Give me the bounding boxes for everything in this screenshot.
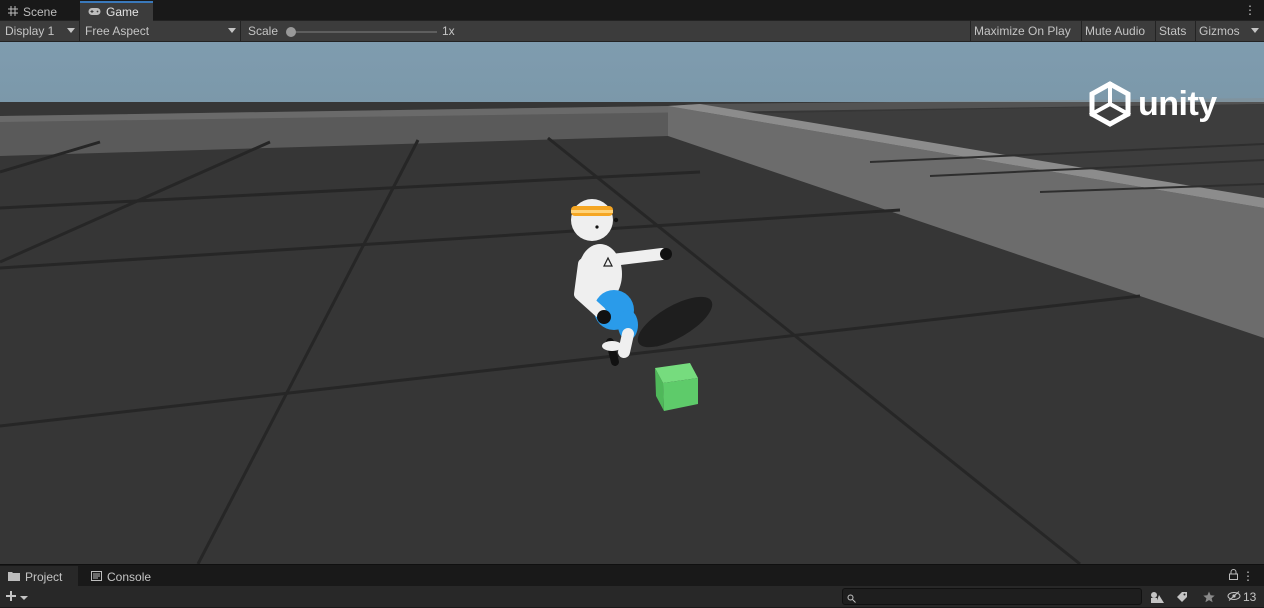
project-toolbar: 13 <box>0 586 1264 608</box>
tab-scene[interactable]: Scene <box>0 2 79 21</box>
tab-project[interactable]: Project <box>0 566 78 587</box>
tab-console-label: Console <box>107 569 152 584</box>
chevron-down-icon <box>20 590 28 604</box>
hidden-packages-count: 13 <box>1243 590 1257 604</box>
unity-logo-icon <box>1086 80 1134 128</box>
scale-value: 1x <box>442 24 455 38</box>
bottom-panel-tabs: Project Console ⋮ <box>0 564 1264 587</box>
scale-slider-handle[interactable] <box>286 27 296 37</box>
chevron-down-icon <box>1251 28 1259 33</box>
chevron-down-icon <box>228 28 236 33</box>
tab-project-label: Project <box>25 569 63 584</box>
plus-icon <box>5 590 17 605</box>
gizmos-dropdown[interactable]: Gizmos <box>1195 21 1264 41</box>
console-icon <box>91 570 102 584</box>
create-asset-button[interactable] <box>5 588 35 606</box>
filter-by-label-icon[interactable] <box>1172 589 1192 605</box>
green-cube <box>655 363 698 411</box>
tab-game-label: Game <box>106 5 139 19</box>
scale-slider-track[interactable] <box>291 31 437 33</box>
display-dropdown-value: Display 1 <box>5 24 55 38</box>
scale-label: Scale <box>248 24 279 38</box>
folder-icon <box>8 570 20 584</box>
kebab-menu-icon[interactable]: ⋮ <box>1244 3 1256 17</box>
project-search-input[interactable] <box>861 589 1139 604</box>
game-viewport[interactable]: unity <box>0 42 1264 564</box>
aspect-dropdown-value: Free Aspect <box>85 24 150 38</box>
hidden-packages-eye-icon <box>1227 590 1241 604</box>
game-scene-render <box>0 42 1264 564</box>
search-icon <box>847 592 856 606</box>
project-search-field[interactable] <box>842 588 1142 605</box>
tab-scene-label: Scene <box>23 4 58 19</box>
stats-toggle[interactable]: Stats <box>1155 21 1195 41</box>
unity-logo-text: unity <box>1138 85 1217 123</box>
tab-console[interactable]: Console <box>83 566 161 587</box>
maximize-on-play-toggle[interactable]: Maximize On Play <box>970 21 1079 41</box>
unity-logo: unity <box>1086 80 1217 128</box>
gizmos-label: Gizmos <box>1199 24 1240 38</box>
mute-audio-toggle[interactable]: Mute Audio <box>1081 21 1155 41</box>
aspect-dropdown[interactable]: Free Aspect <box>81 21 241 41</box>
display-dropdown[interactable]: Display 1 <box>0 21 80 41</box>
editor-tab-bar: Scene Game ⋮ <box>0 0 1264 21</box>
grid-icon <box>8 5 18 19</box>
gamepad-icon <box>88 5 101 19</box>
lock-icon[interactable] <box>1229 569 1238 583</box>
game-toolbar: Display 1 Free Aspect Scale 1x Maximize … <box>0 21 1264 42</box>
tab-game[interactable]: Game <box>80 1 153 21</box>
filter-by-type-icon[interactable] <box>1147 589 1167 605</box>
chevron-down-icon <box>67 28 75 33</box>
kebab-menu-icon[interactable]: ⋮ <box>1242 569 1254 583</box>
hidden-packages-toggle[interactable]: 13 <box>1227 588 1256 606</box>
favorites-star-icon[interactable] <box>1199 589 1219 605</box>
